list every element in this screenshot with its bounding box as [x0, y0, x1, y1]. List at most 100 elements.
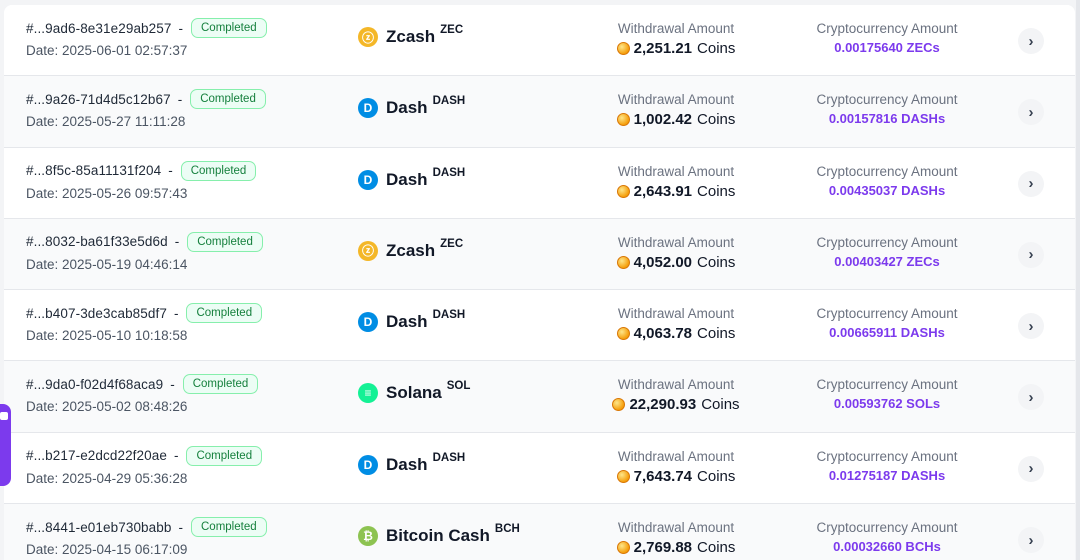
coins-unit: Coins	[697, 253, 736, 271]
coin-info: ⓩ Zcash ZEC	[358, 24, 463, 47]
table-row[interactable]: #...8441-e01eb730babb - Completed Date: …	[4, 504, 1075, 560]
coin-info: ⓩ Zcash ZEC	[358, 237, 464, 261]
coin-info: D Dash DASH	[358, 167, 465, 190]
table-row[interactable]: #...9ad6-8e31e29ab257 - Completed Date: …	[4, 5, 1075, 77]
coin-symbol: BCH	[494, 523, 520, 536]
date-value: 2025-05-19 04:46:14	[62, 256, 188, 272]
crypto-amount-label: Cryptocurrency Amount	[816, 234, 958, 250]
id-separator: -	[178, 20, 184, 36]
table-row[interactable]: #...b217-e2dcd22f20ae - Completed Date: …	[4, 432, 1075, 505]
chevron-right-icon: ›	[1028, 460, 1034, 478]
solana-icon: ≡	[358, 383, 378, 404]
withdrawal-history-list: #...9ad6-8e31e29ab257 - Completed Date: …	[4, 5, 1075, 560]
transaction-date: Date: 2025-05-19 04:46:14	[26, 257, 346, 272]
transaction-info: #...9da0-f02d4f68aca9 - Completed Date: …	[26, 373, 346, 414]
withdrawal-amount-label: Withdrawal Amount	[617, 234, 735, 250]
coin-info: D Dash DASH	[358, 309, 466, 333]
coin-info: ₿ Bitcoin Cash BCH	[358, 523, 520, 547]
coin-symbol: DASH	[432, 309, 466, 322]
status-badge: Completed	[191, 517, 267, 538]
withdrawal-amount-value: 2,643.91	[633, 182, 693, 200]
transaction-info: #...9ad6-8e31e29ab257 - Completed Date: …	[26, 17, 346, 58]
chevron-right-icon: ›	[1028, 246, 1034, 264]
row-details-button[interactable]: ›	[1018, 99, 1044, 126]
coin-name: Dash	[386, 98, 428, 118]
chevron-right-icon: ›	[1028, 317, 1034, 335]
status-badge: Completed	[190, 89, 266, 110]
date-label: Date:	[26, 399, 63, 415]
row-details-button[interactable]: ›	[1018, 527, 1044, 554]
withdrawal-amount-value: 4,063.78	[633, 325, 693, 343]
date-label: Date:	[26, 470, 63, 486]
row-details-button[interactable]: ›	[1018, 28, 1044, 54]
transaction-id: #...8441-e01eb730babb	[26, 519, 172, 535]
withdrawal-amount-value: 2,251.21	[633, 40, 693, 57]
row-details-button[interactable]: ›	[1018, 384, 1044, 411]
chevron-right-icon: ›	[1028, 388, 1034, 406]
row-details-button[interactable]: ›	[1018, 241, 1044, 268]
coins-icon	[616, 42, 630, 55]
coins-unit: Coins	[697, 467, 736, 485]
crypto-amount-value: 0.01275187 DASHs	[828, 467, 946, 483]
id-separator: -	[174, 234, 180, 250]
crypto-amount-label: Cryptocurrency Amount	[816, 520, 958, 536]
date-label: Date:	[26, 185, 63, 201]
withdrawal-amount-value: 7,643.74	[633, 467, 693, 485]
withdrawal-amount-value: 2,769.88	[633, 539, 693, 557]
withdrawal-amount-label: Withdrawal Amount	[617, 21, 735, 36]
chat-icon	[0, 412, 8, 420]
table-row[interactable]: #...8f5c-85a11131f204 - Completed Date: …	[4, 147, 1075, 219]
dash-icon: D	[358, 98, 378, 119]
withdrawal-amount: Withdrawal Amount 22,290.93 Coins	[578, 377, 774, 413]
chevron-right-icon: ›	[1028, 32, 1034, 50]
crypto-amount-label: Cryptocurrency Amount	[816, 21, 958, 36]
coins-unit: Coins	[697, 40, 736, 57]
transaction-id: #...9ad6-8e31e29ab257	[26, 20, 172, 36]
chevron-right-icon: ›	[1028, 103, 1034, 121]
scrollbar[interactable]	[1076, 0, 1080, 560]
date-value: 2025-05-02 08:48:26	[62, 399, 188, 415]
transaction-info: #...b407-3de3cab85df7 - Completed Date: …	[26, 302, 346, 343]
date-value: 2025-05-10 10:18:58	[62, 328, 188, 344]
date-value: 2025-04-15 06:17:09	[62, 542, 188, 558]
crypto-amount-value: 0.00032660 BCHs	[833, 539, 941, 555]
coin-symbol: ZEC	[440, 237, 464, 250]
transaction-info: #...8032-ba61f33e5d6d - Completed Date: …	[26, 231, 346, 272]
table-row[interactable]: #...9a26-71d4d5c12b67 - Completed Date: …	[4, 76, 1075, 148]
table-row[interactable]: #...9da0-f02d4f68aca9 - Completed Date: …	[4, 361, 1075, 433]
withdrawal-amount: Withdrawal Amount 1,002.42 Coins	[578, 92, 774, 128]
coin-name: Zcash	[386, 27, 436, 46]
crypto-amount-value: 0.00435037 DASHs	[828, 182, 946, 198]
status-badge: Completed	[191, 18, 267, 38]
transaction-id: #...b407-3de3cab85df7	[26, 305, 167, 321]
crypto-amount: Cryptocurrency Amount 0.01275187 DASHs	[779, 449, 995, 483]
coins-unit: Coins	[701, 396, 740, 414]
dash-icon: D	[358, 312, 378, 333]
coin-name: Solana	[386, 383, 442, 403]
crypto-amount: Cryptocurrency Amount 0.00157816 DASHs	[779, 92, 995, 126]
zcash-icon: ⓩ	[358, 240, 378, 261]
row-details-button[interactable]: ›	[1018, 170, 1044, 197]
date-label: Date:	[26, 542, 63, 558]
dash-icon: D	[358, 169, 378, 190]
transaction-date: Date: 2025-04-15 06:17:09	[26, 542, 346, 557]
withdrawal-amount: Withdrawal Amount 2,251.21 Coins	[578, 21, 774, 57]
withdrawal-amount: Withdrawal Amount 7,643.74 Coins	[578, 449, 774, 485]
id-separator: -	[177, 91, 183, 107]
coins-unit: Coins	[697, 182, 736, 200]
date-value: 2025-05-27 11:11:28	[62, 114, 186, 130]
transaction-date: Date: 2025-04-29 05:36:28	[26, 471, 346, 486]
table-row[interactable]: #...8032-ba61f33e5d6d - Completed Date: …	[4, 218, 1075, 291]
withdrawal-amount-label: Withdrawal Amount	[617, 377, 735, 393]
date-label: Date:	[26, 256, 63, 272]
row-details-button[interactable]: ›	[1018, 455, 1044, 482]
transaction-date: Date: 2025-05-10 10:18:58	[26, 328, 346, 343]
crypto-amount-value: 0.00403427 ZECs	[834, 253, 940, 269]
id-separator: -	[173, 305, 179, 321]
row-details-button[interactable]: ›	[1018, 313, 1044, 340]
id-separator: -	[168, 163, 173, 179]
side-feedback-tab[interactable]	[0, 404, 11, 486]
table-row[interactable]: #...b407-3de3cab85df7 - Completed Date: …	[4, 290, 1075, 362]
crypto-amount-value: 0.00175640 ZECs	[834, 40, 940, 55]
crypto-amount: Cryptocurrency Amount 0.00435037 DASHs	[779, 164, 995, 198]
